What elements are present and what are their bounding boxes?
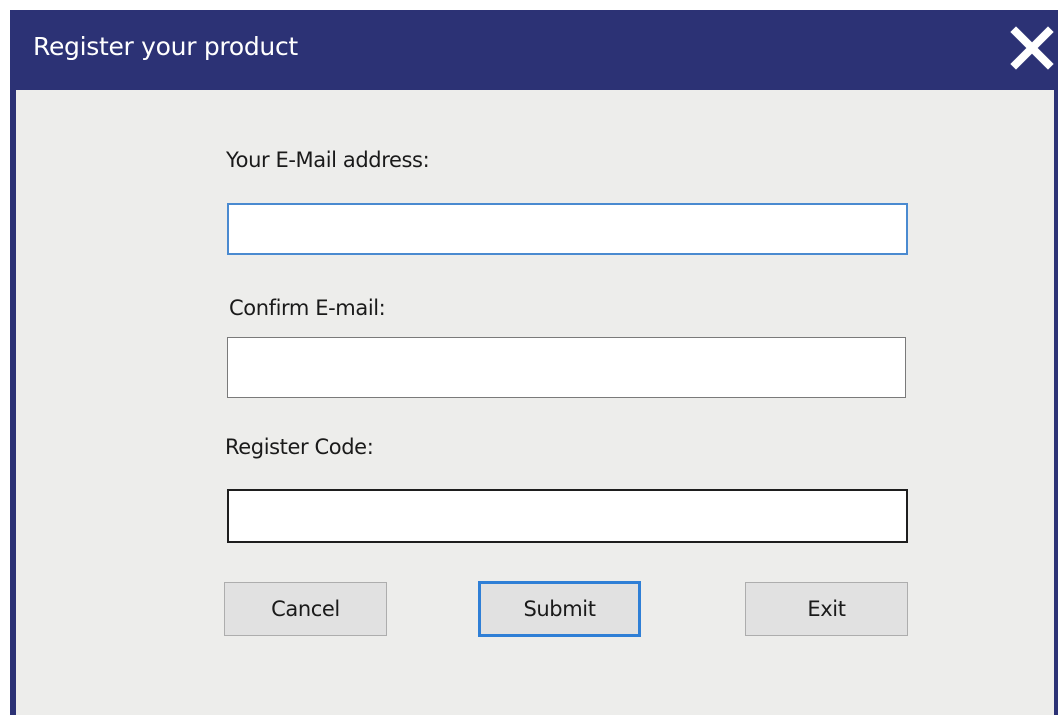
screen: Register your product Your E-Mail addres… [0,0,1058,715]
register-code-field[interactable] [227,489,908,543]
register-dialog: Register your product Your E-Mail addres… [10,10,1058,715]
email-field[interactable] [227,203,908,255]
cancel-button[interactable]: Cancel [224,582,387,636]
title-bar[interactable]: Register your product [10,10,1058,90]
register-code-label: Register Code: [225,435,374,459]
cancel-button-label: Cancel [271,597,340,621]
window-title: Register your product [33,32,298,61]
confirm-email-field[interactable] [227,337,906,398]
exit-button[interactable]: Exit [745,582,908,636]
exit-button-label: Exit [807,597,846,621]
confirm-email-label: Confirm E-mail: [229,296,386,320]
submit-button[interactable]: Submit [478,581,641,637]
close-icon [1010,26,1054,70]
close-button[interactable] [1008,24,1056,72]
submit-button-label: Submit [523,597,596,621]
email-label: Your E-Mail address: [226,148,430,172]
